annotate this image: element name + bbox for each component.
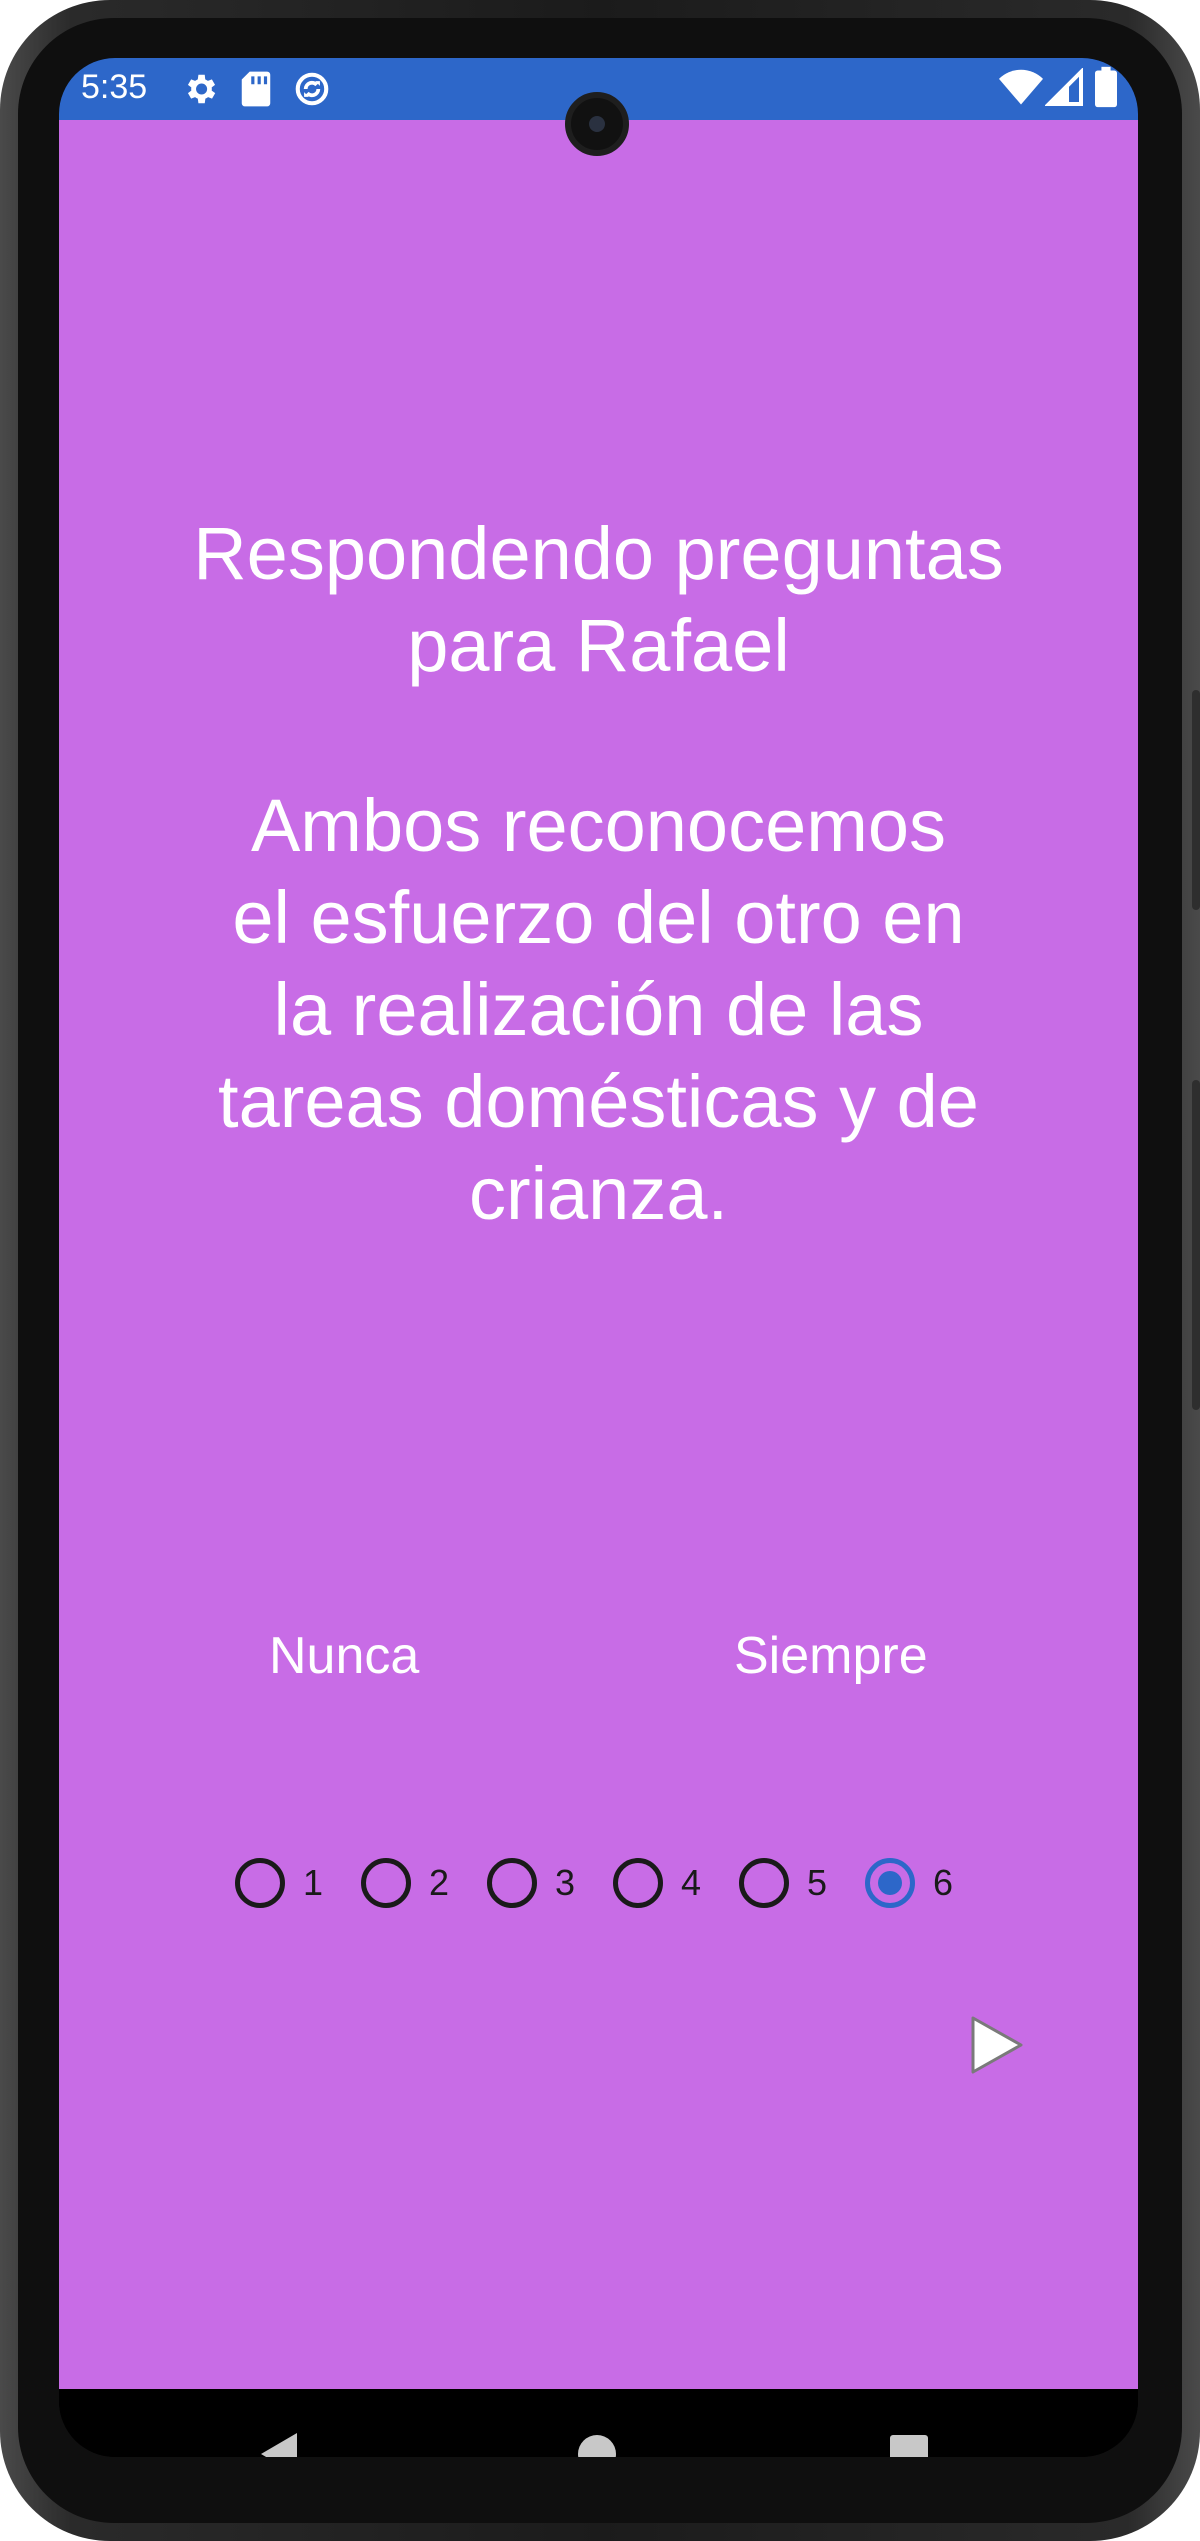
radio-button[interactable]: [361, 1858, 411, 1908]
rating-radio-group: 1 2 3 4 5 6: [59, 1853, 1138, 1913]
play-arrow-icon: [959, 2016, 1029, 2084]
radio-button[interactable]: [739, 1858, 789, 1908]
title-line: Respondendo preguntas: [193, 512, 1004, 595]
radio-label: 2: [429, 1862, 450, 1903]
next-button[interactable]: [959, 2010, 1029, 2080]
scale-max-label: Siempre: [734, 1627, 928, 1685]
signal-icon: [1044, 67, 1085, 112]
radio-button-selected[interactable]: [865, 1858, 915, 1908]
question-screen: Respondendo preguntas para Rafael Ambos …: [59, 120, 1138, 2389]
recents-icon[interactable]: [890, 2435, 928, 2457]
question-line: tareas domésticas y de: [218, 1060, 979, 1143]
screen: 5:35 Respondendo preguntas para Rafael A…: [59, 58, 1138, 2457]
radio-label: 5: [807, 1862, 828, 1903]
rating-option-3[interactable]: 3: [487, 1853, 575, 1913]
radio-label: 1: [303, 1862, 324, 1903]
question-text: Ambos reconocemos el esfuerzo del otro e…: [189, 780, 1008, 1240]
radio-button[interactable]: [487, 1858, 537, 1908]
radio-button[interactable]: [613, 1858, 663, 1908]
question-line: la realización de las: [273, 968, 924, 1051]
rating-option-4[interactable]: 4: [613, 1853, 701, 1913]
battery-icon: [1095, 66, 1117, 112]
page-title: Respondendo preguntas para Rafael: [59, 508, 1138, 692]
wifi-icon: [999, 68, 1043, 112]
scale-min-label: Nunca: [269, 1627, 420, 1685]
back-icon[interactable]: [257, 2431, 301, 2457]
radio-label: 3: [555, 1862, 576, 1903]
question-line: crianza.: [468, 1152, 729, 1235]
sd-card-icon: [239, 70, 273, 112]
rating-option-6[interactable]: 6: [865, 1853, 953, 1913]
power-button: [1192, 1080, 1200, 1410]
rating-option-1[interactable]: 1: [235, 1853, 323, 1913]
front-camera: [565, 92, 629, 156]
rating-option-5[interactable]: 5: [739, 1853, 827, 1913]
gear-icon: [181, 70, 219, 112]
home-icon[interactable]: [577, 2434, 617, 2457]
navigation-bar: [59, 2389, 1138, 2457]
status-time: 5:35: [81, 68, 148, 106]
volume-button: [1192, 690, 1200, 910]
phone-frame: 5:35 Respondendo preguntas para Rafael A…: [0, 0, 1200, 2541]
question-line: el esfuerzo del otro en: [232, 876, 965, 959]
radio-button[interactable]: [235, 1858, 285, 1908]
title-line: para Rafael: [407, 604, 790, 687]
question-line: Ambos reconocemos: [250, 784, 947, 867]
radio-label: 6: [933, 1862, 954, 1903]
radio-label: 4: [681, 1862, 702, 1903]
sync-icon: [293, 70, 331, 112]
rating-option-2[interactable]: 2: [361, 1853, 449, 1913]
